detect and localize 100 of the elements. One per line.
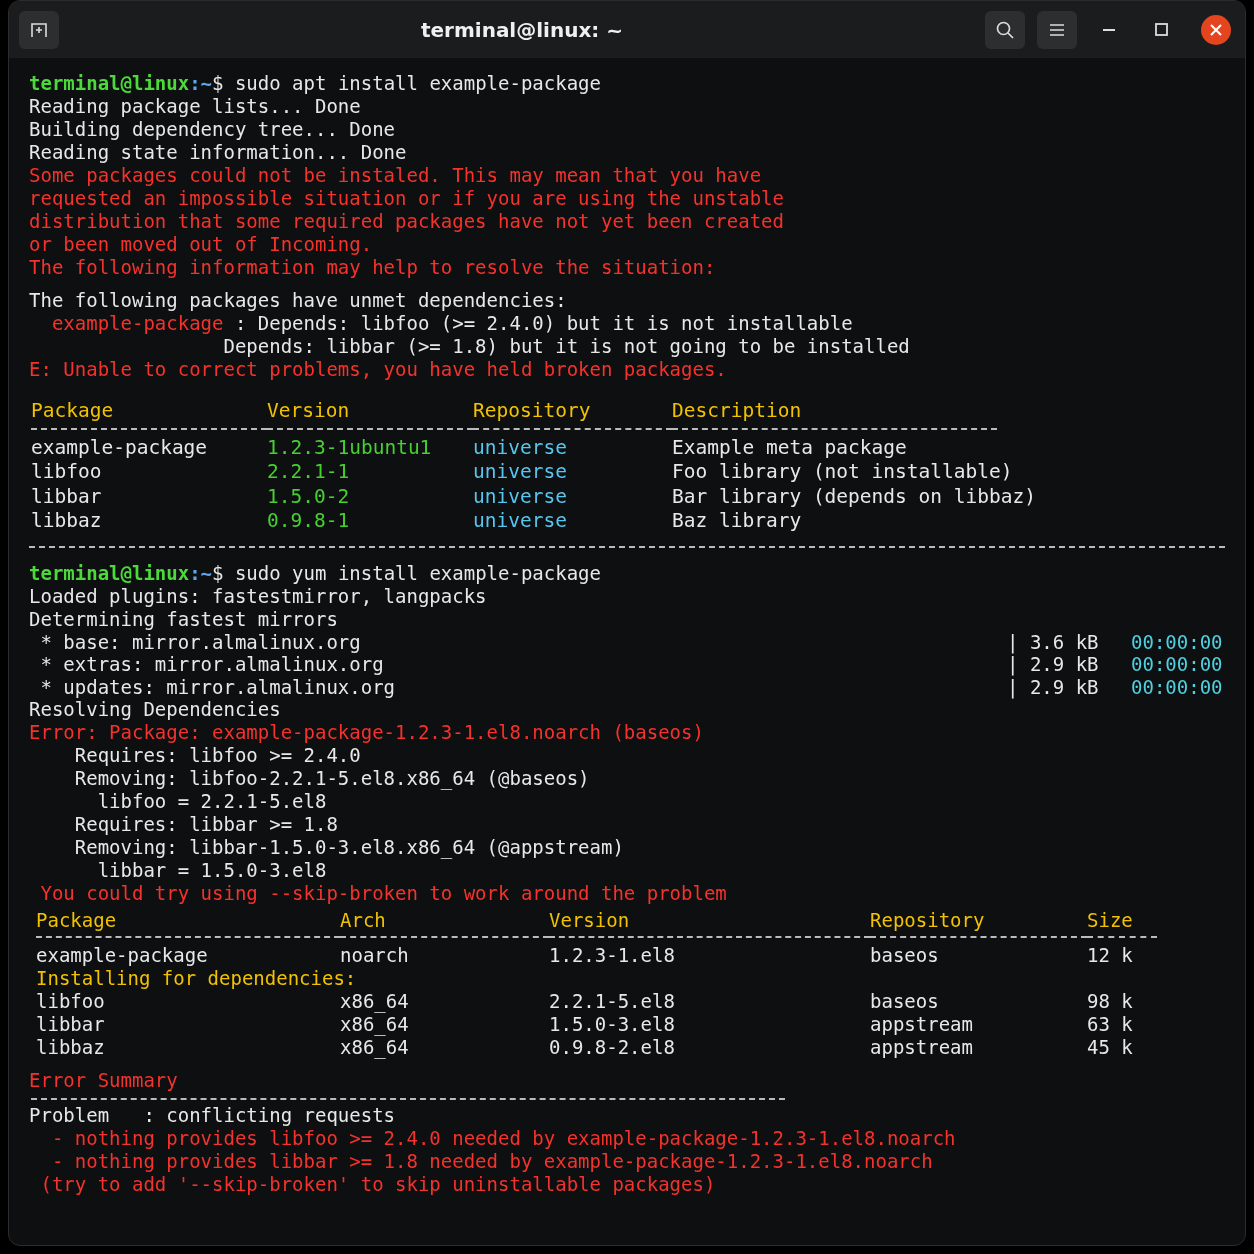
new-tab-icon bbox=[30, 20, 48, 39]
search-button[interactable] bbox=[985, 10, 1025, 49]
table-cell: Bar library (depends on libbaz) bbox=[672, 484, 1036, 508]
column-header: Arch bbox=[340, 909, 386, 932]
terminal-text: Reading package lists... Done bbox=[29, 95, 361, 117]
section-label: Installing for dependencies: bbox=[36, 967, 357, 990]
maximize-icon bbox=[1154, 23, 1168, 36]
terminal-text: requested an impossible situation or if you are using the unstable bbox=[29, 187, 784, 209]
terminal-text: Resolving Dependencies bbox=[29, 698, 281, 721]
table-cell: Foo library (not installable) bbox=[672, 460, 1013, 484]
prompt-path: :~ bbox=[189, 561, 213, 584]
table-cell: libbaz bbox=[31, 509, 102, 533]
terminal-text: distribution that some required packages have not yet been created bbox=[29, 210, 784, 232]
terminal-text: example-package bbox=[50, 312, 224, 334]
minimize-icon bbox=[1102, 27, 1116, 32]
terminal-text: : Depends: libfoo (>= 2.4.0) but it is not installable bbox=[233, 312, 853, 334]
table-cell: libbar bbox=[31, 484, 102, 508]
table-cell: 63 k bbox=[1087, 1013, 1133, 1036]
terminal-text: - nothing provides libfoo >= 2.4.0 needed by example-package-1.2.3-1.el8.noarch bbox=[50, 1127, 956, 1150]
command-text: $ sudo yum install example-package bbox=[212, 561, 601, 584]
terminal-text: You could try using --skip-broken to work around the problem bbox=[39, 882, 727, 905]
terminal-text: Reading state information... Done bbox=[29, 141, 407, 163]
terminal-text: Error: Package: example-package-1.2.3-1.el8.noarch (baseos) bbox=[29, 721, 704, 744]
terminal-text: libbar = 1.5.0-3.el8 bbox=[96, 859, 327, 882]
terminal-text: (try to add '--skip-broken' to skip uninstallable packages) bbox=[39, 1173, 716, 1196]
table-cell: 98 k bbox=[1087, 990, 1133, 1013]
close-button[interactable] bbox=[1201, 14, 1231, 45]
table-cell: noarch bbox=[340, 944, 409, 967]
table-cell: 0.9.8-1 bbox=[267, 509, 350, 533]
terminal-text: - nothing provides libbar >= 1.8 needed by example-package-1.2.3-1.el8.noarch bbox=[50, 1150, 933, 1173]
table-cell: libfoo bbox=[36, 990, 105, 1013]
table-cell: universe bbox=[473, 435, 567, 459]
terminal-text: Removing: libfoo-2.2.1-5.el8.x86_64 (@baseos) bbox=[73, 767, 590, 790]
search-icon bbox=[995, 19, 1015, 40]
column-header: Version bbox=[267, 399, 350, 422]
terminal-text: Requires: libfoo >= 2.4.0 bbox=[73, 744, 361, 767]
mirror-name: * updates: mirror.almalinux.org bbox=[39, 675, 396, 698]
table-cell: universe bbox=[473, 509, 567, 533]
section-heading: Error Summary bbox=[29, 1069, 178, 1092]
table-cell: appstream bbox=[870, 1013, 973, 1036]
table-cell: baseos bbox=[870, 990, 939, 1013]
new-tab-button[interactable] bbox=[19, 10, 59, 49]
download-size: | 2.9 kB bbox=[1007, 653, 1099, 676]
table-cell: 1.5.0-2 bbox=[267, 484, 350, 508]
column-header: Size bbox=[1087, 909, 1133, 932]
terminal-text: Loaded plugins: fastestmirror, langpacks bbox=[29, 584, 487, 607]
download-time: 00:00:00 bbox=[1131, 653, 1223, 676]
column-header: Package bbox=[36, 909, 117, 932]
prompt-user: terminal@linux bbox=[29, 72, 190, 94]
terminal-text: Building dependency tree... Done bbox=[29, 118, 396, 140]
table-cell: 2.2.1-1 bbox=[267, 460, 350, 484]
terminal-text: Some packages could not be instaled. This may mean that you have bbox=[29, 164, 762, 186]
menu-button[interactable] bbox=[1037, 10, 1077, 49]
table-cell: libbaz bbox=[36, 1036, 105, 1059]
table-cell: universe bbox=[473, 484, 567, 508]
download-time: 00:00:00 bbox=[1131, 675, 1223, 698]
table-cell: libfoo bbox=[31, 460, 102, 484]
table-cell: universe bbox=[473, 460, 567, 484]
command-text: $ sudo apt install example-package bbox=[212, 72, 601, 94]
terminal-text: Depends: libbar (>= 1.8) but it is not going to be installed bbox=[222, 335, 910, 357]
download-time: 00:00:00 bbox=[1131, 630, 1223, 653]
table-cell: x86_64 bbox=[340, 990, 409, 1013]
table-cell: libbar bbox=[36, 1013, 105, 1036]
terminal-text: The following information may help to resolve the situation: bbox=[29, 256, 716, 278]
terminal-text: E: Unable to correct problems, you have held broken packages. bbox=[29, 358, 727, 380]
table-cell: 0.9.8-2.el8 bbox=[549, 1036, 675, 1059]
table-cell: x86_64 bbox=[340, 1036, 409, 1059]
download-size: | 2.9 kB bbox=[1007, 675, 1099, 698]
table-cell: example-package bbox=[31, 435, 208, 459]
table-cell: example-package bbox=[36, 944, 208, 967]
column-header: Package bbox=[31, 399, 114, 422]
prompt-user: terminal@linux bbox=[29, 561, 190, 584]
table-cell: 2.2.1-5.el8 bbox=[549, 990, 675, 1013]
terminal-text: Determining fastest mirrors bbox=[29, 607, 338, 630]
table-cell: baseos bbox=[870, 944, 939, 967]
table-cell: 1.5.0-3.el8 bbox=[549, 1013, 675, 1036]
table-cell: 1.2.3-1ubuntu1 bbox=[267, 435, 432, 459]
table-cell: Example meta package bbox=[672, 435, 907, 459]
table-cell: Baz library bbox=[672, 509, 802, 533]
table-cell: 12 k bbox=[1087, 944, 1133, 967]
mirror-name: * base: mirror.almalinux.org bbox=[39, 630, 361, 653]
table-cell: x86_64 bbox=[340, 1013, 409, 1036]
table-cell: 1.2.3-1.el8 bbox=[549, 944, 675, 967]
table-cell: 45 k bbox=[1087, 1036, 1133, 1059]
column-header: Repository bbox=[870, 909, 985, 932]
terminal-text: Requires: libbar >= 1.8 bbox=[73, 813, 338, 836]
terminal-text: or been moved out of Incoming. bbox=[29, 233, 373, 255]
close-icon bbox=[1210, 23, 1222, 36]
column-header: Version bbox=[549, 909, 630, 932]
window-title: terminal@linux: ~ bbox=[419, 17, 625, 42]
download-size: | 3.6 kB bbox=[1007, 630, 1099, 653]
terminal-text: Removing: libbar-1.5.0-3.el8.x86_64 (@appstream) bbox=[73, 836, 624, 859]
column-header: Description bbox=[672, 399, 802, 422]
table-cell: appstream bbox=[870, 1036, 973, 1059]
column-header: Repository bbox=[473, 399, 591, 422]
menu-icon bbox=[1049, 22, 1065, 37]
terminal-text: Problem : conflicting requests bbox=[29, 1104, 396, 1127]
prompt-path: :~ bbox=[189, 72, 213, 94]
terminal-text: libfoo = 2.2.1-5.el8 bbox=[96, 790, 327, 813]
mirror-name: * extras: mirror.almalinux.org bbox=[39, 653, 384, 676]
